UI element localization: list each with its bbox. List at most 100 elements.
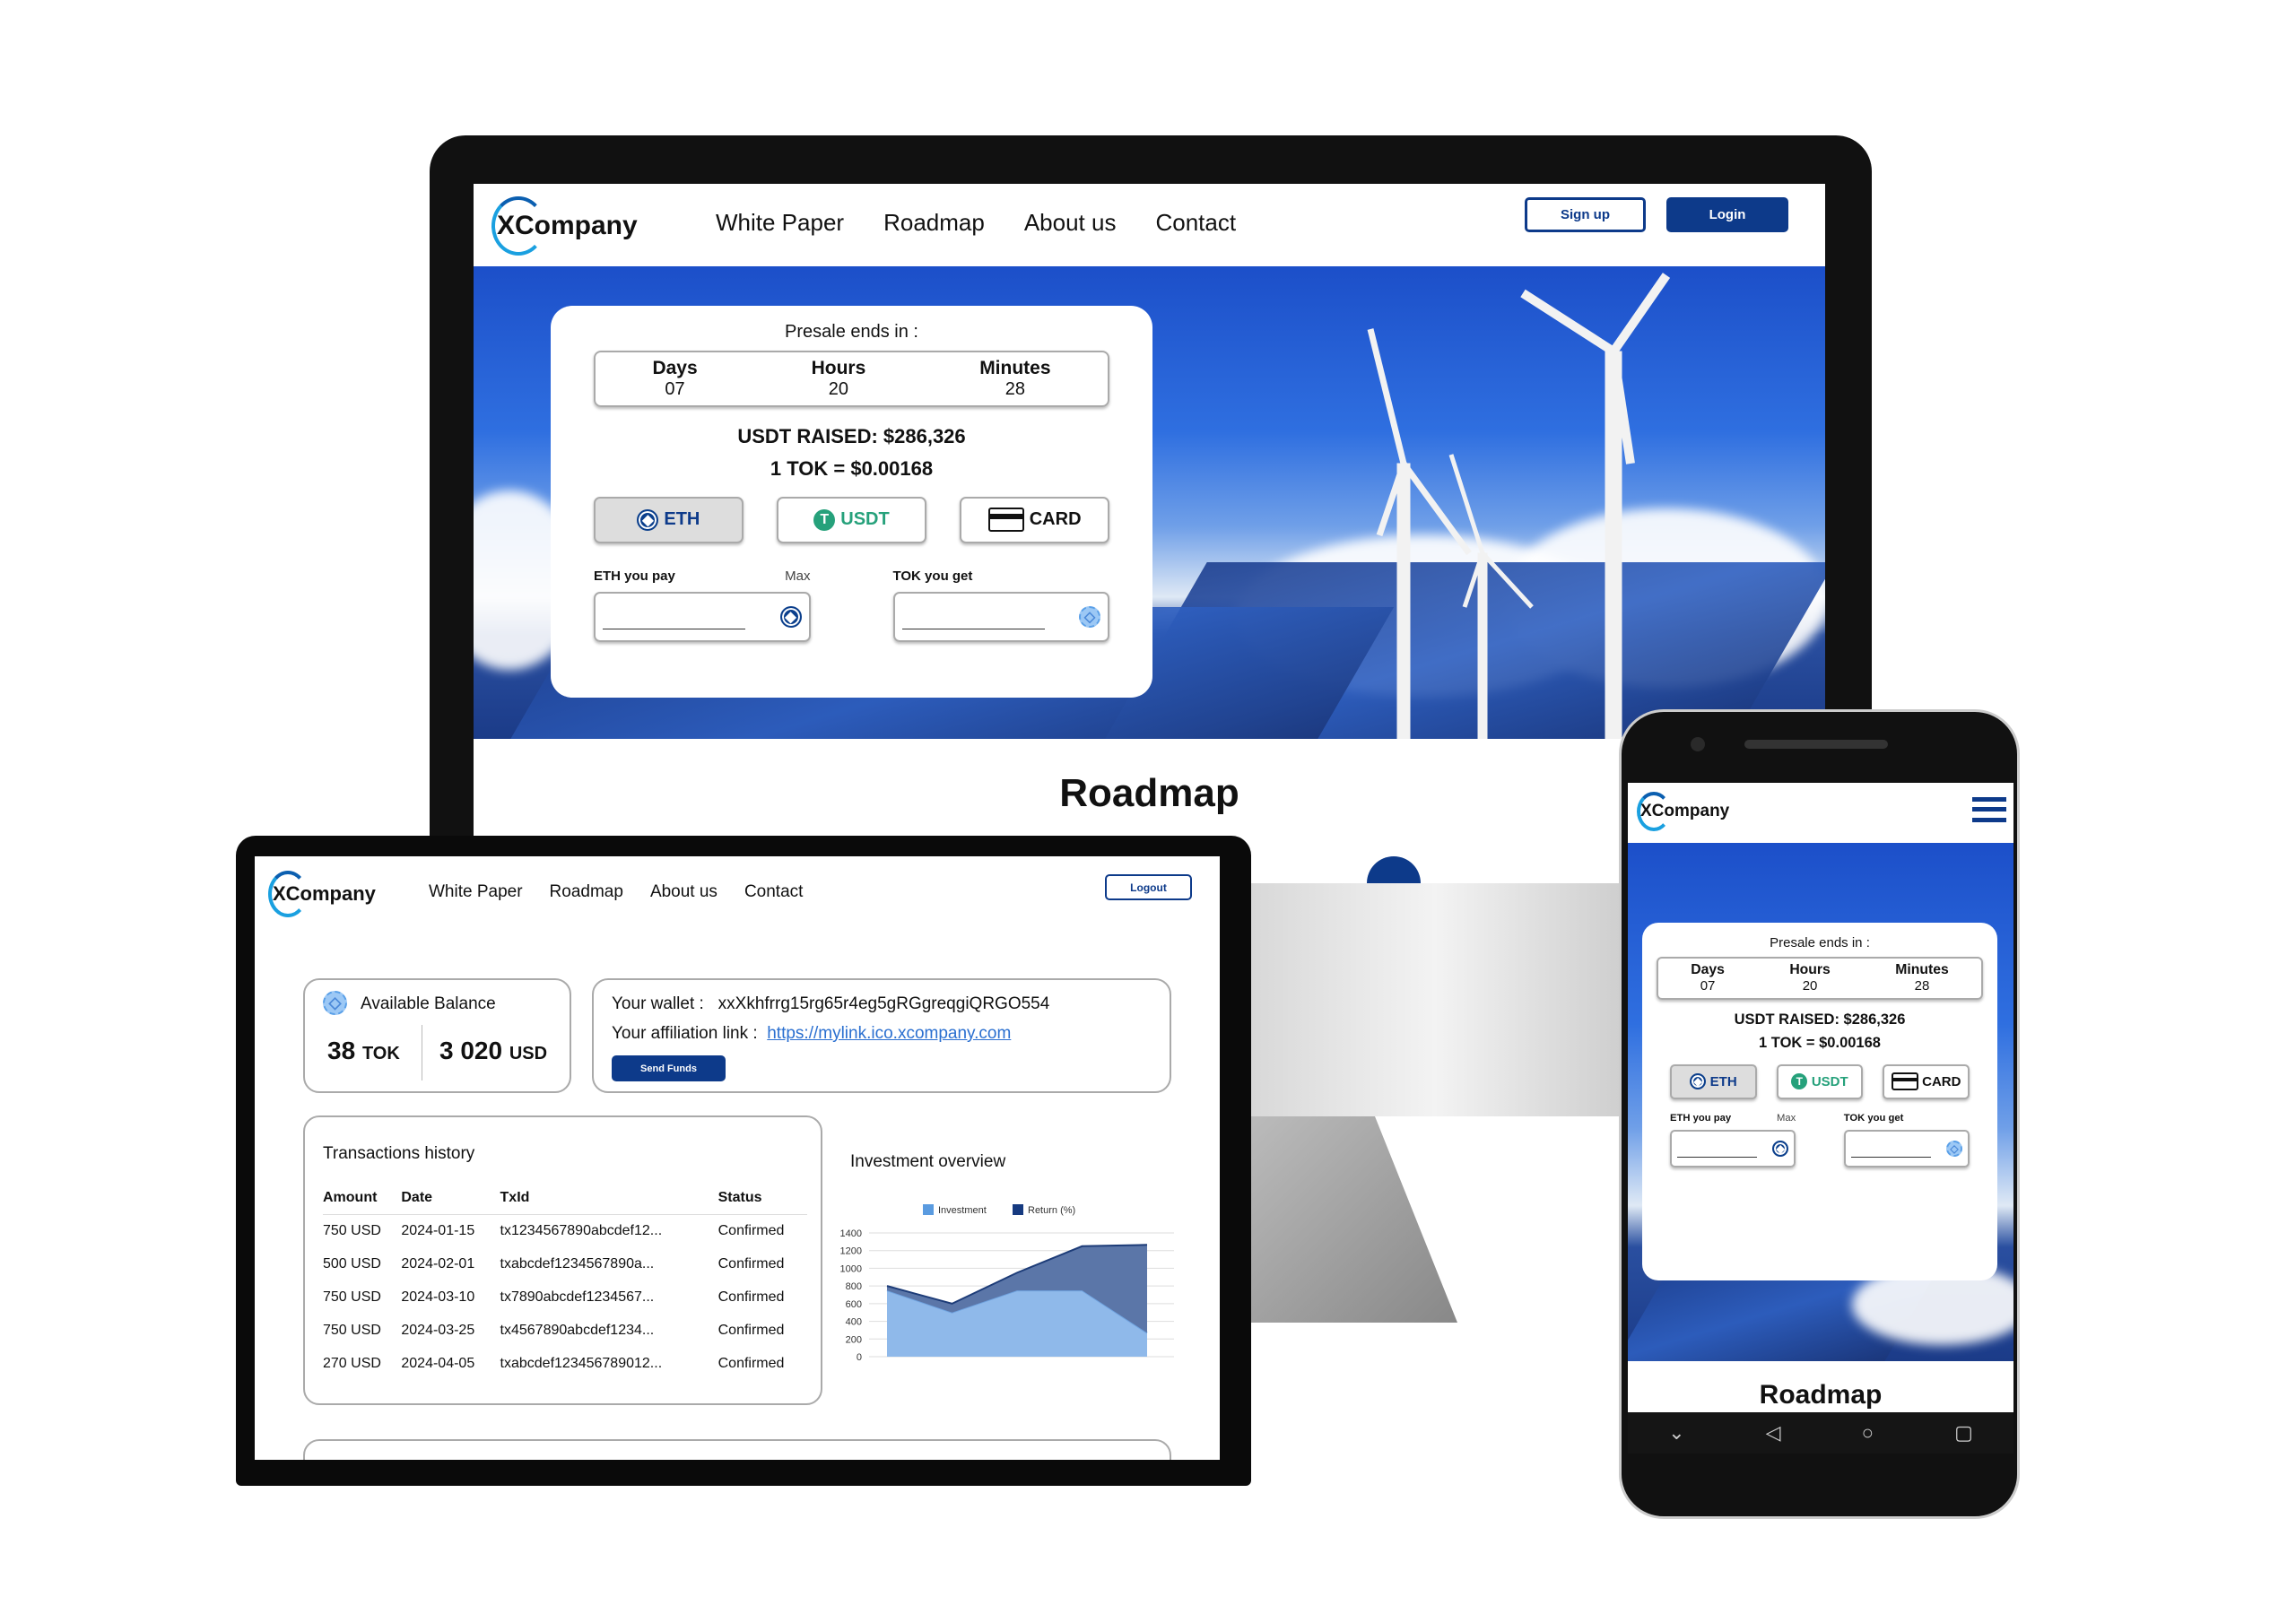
table-cell: tx7890abcdef1234567... xyxy=(500,1289,655,1305)
max-button[interactable]: Max xyxy=(785,568,810,584)
table-row[interactable]: 750 USD 2024-03-10 tx7890abcdef1234567... C… xyxy=(323,1280,807,1314)
countdown: Days 07 Hours 20 Minutes 28 xyxy=(594,351,1109,407)
eth-pay-label: ETH you pay xyxy=(1670,1112,1732,1124)
token-rate: 1 TOK = $0.00168 xyxy=(1759,1035,1881,1052)
affiliation-row: Your affiliation link : https://mylink.i… xyxy=(612,1024,1012,1043)
table-row[interactable]: 500 USD 2024-02-01 txabcdef1234567890a... C… xyxy=(323,1247,807,1280)
laptop-nav-links: White Paper Roadmap About us Contact xyxy=(429,882,803,902)
balance-card: ◇ Available Balance 38 TOK 3 020 USD xyxy=(303,978,571,1093)
tether-icon: T xyxy=(1791,1073,1808,1090)
nav-about-us[interactable]: About us xyxy=(1024,209,1117,237)
table-row[interactable]: 750 USD 2024-01-15 tx1234567890abcdef12...… xyxy=(323,1214,807,1247)
send-funds-button[interactable]: Send Funds xyxy=(612,1055,726,1081)
chevron-down-icon[interactable]: ⌄ xyxy=(1668,1421,1684,1445)
nav-white-paper[interactable]: White Paper xyxy=(429,882,523,902)
payment-methods: ◆ ETH T USDT CARD xyxy=(594,496,1109,543)
table-cell: 270 USD xyxy=(323,1355,381,1371)
legend-swatch xyxy=(923,1204,934,1215)
presale-title: Presale ends in : xyxy=(1770,935,1870,950)
investment-chart: 0 200 400 600 800 1000 1200 1400 Investment Retur… xyxy=(840,1204,1174,1363)
credit-card-icon xyxy=(1891,1072,1918,1091)
bottom-card xyxy=(303,1439,1171,1460)
wallet-address: xxXkhfrrg15rg65r4eg5gRGgreqgiQRGO554 xyxy=(718,994,1050,1013)
monitor-stand-base xyxy=(1251,1116,1457,1323)
nav-about-us[interactable]: About us xyxy=(650,882,718,902)
tok-get-label: TOK you get xyxy=(1843,1112,1904,1124)
logout-button[interactable]: Logout xyxy=(1105,874,1192,900)
usdt-raised: USDT RAISED: $286,326 xyxy=(737,424,966,447)
monitor-stand xyxy=(1251,883,1619,1116)
countdown-days: Days 07 xyxy=(652,358,698,399)
pay-eth-button[interactable]: ◆ ETH xyxy=(1670,1063,1757,1099)
token-icon: ◇ xyxy=(1079,605,1100,628)
presale-card: Presale ends in : Days 07 Hours 20 Minutes… xyxy=(551,306,1152,698)
pay-card-button[interactable]: CARD xyxy=(960,496,1109,543)
table-cell: Confirmed xyxy=(718,1322,785,1338)
table-cell: Confirmed xyxy=(718,1255,785,1271)
max-button[interactable]: Max xyxy=(1777,1113,1796,1124)
logo-text: XCompany xyxy=(497,211,638,240)
pay-usdt-button[interactable]: T USDT xyxy=(777,496,926,543)
y-tick-label: 0 xyxy=(857,1352,862,1363)
countdown-hours: Hours 20 xyxy=(811,358,866,399)
column-header: Amount xyxy=(323,1189,378,1205)
affiliation-link[interactable]: https://mylink.ico.xcompany.com xyxy=(767,1024,1011,1043)
table-cell: 2024-01-15 xyxy=(401,1222,475,1238)
table-cell: Confirmed xyxy=(718,1289,785,1305)
table-cell: 500 USD xyxy=(323,1255,381,1271)
laptop-screen: XCompany White Paper Roadmap About us Co… xyxy=(255,856,1220,1460)
legend-label: Return (%) xyxy=(1028,1205,1075,1216)
table-cell: txabcdef123456789012... xyxy=(500,1355,663,1371)
amount-fields: ETH you pay Max ◆ TOK you get ◇ xyxy=(1657,1113,1983,1167)
amount-fields: ETH you pay Max ◆ TOK you get ◇ xyxy=(594,568,1109,642)
pay-eth-button[interactable]: ◆ ETH xyxy=(594,496,744,543)
table-cell: Confirmed xyxy=(718,1355,785,1371)
payment-methods: ◆ ETH T USDT CARD xyxy=(1657,1063,1983,1099)
countdown-minutes: Minutes 28 xyxy=(1895,962,1949,994)
ethereum-icon: ◆ xyxy=(1690,1073,1707,1090)
tether-icon: T xyxy=(813,508,836,531)
nav-roadmap[interactable]: Roadmap xyxy=(550,882,623,902)
ethereum-icon: ◆ xyxy=(1772,1140,1789,1157)
nav-contact[interactable]: Contact xyxy=(1155,209,1236,237)
pay-usdt-button[interactable]: T USDT xyxy=(1776,1063,1864,1099)
hamburger-menu-icon[interactable] xyxy=(1972,797,2006,822)
phone-camera xyxy=(1691,737,1705,751)
tok-get-input[interactable]: ◇ xyxy=(892,591,1109,642)
eth-pay-input[interactable]: ◆ xyxy=(1670,1129,1796,1167)
table-cell: 2024-02-01 xyxy=(401,1255,475,1271)
eth-pay-input[interactable]: ◆ xyxy=(594,591,811,642)
home-icon[interactable]: ○ xyxy=(1862,1421,1874,1445)
eth-pay-label: ETH you pay xyxy=(594,568,675,584)
table-cell: tx4567890abcdef1234... xyxy=(500,1322,655,1338)
countdown: Days 07 Hours 20 Minutes 28 xyxy=(1657,956,1983,1000)
tok-get-input[interactable]: ◇ xyxy=(1843,1129,1970,1167)
recents-icon[interactable]: ▢ xyxy=(1954,1421,1973,1445)
nav-contact[interactable]: Contact xyxy=(744,882,803,902)
table-cell: Confirmed xyxy=(718,1222,785,1238)
wallet-card: Your wallet : xxXkhfrrg15rg65r4eg5gRGgre… xyxy=(592,978,1171,1093)
table-row[interactable]: 750 USD 2024-03-25 tx4567890abcdef1234... C… xyxy=(323,1314,807,1347)
y-tick-label: 1200 xyxy=(840,1246,862,1257)
logo-text: XCompany xyxy=(1640,802,1730,820)
login-button[interactable]: Login xyxy=(1666,197,1788,232)
desktop-nav-links: White Paper Roadmap About us Contact xyxy=(716,209,1236,237)
desktop-navbar: XCompany White Paper Roadmap About us Co… xyxy=(474,184,1825,266)
legend-label: Investment xyxy=(938,1205,987,1216)
nav-white-paper[interactable]: White Paper xyxy=(716,209,844,237)
legend-swatch xyxy=(1013,1204,1023,1215)
column-header: Date xyxy=(401,1189,433,1205)
table-cell: 750 USD xyxy=(323,1222,381,1238)
pay-card-button[interactable]: CARD xyxy=(1883,1063,1970,1099)
back-icon[interactable]: ◁ xyxy=(1766,1421,1781,1445)
y-tick-label: 1000 xyxy=(840,1263,862,1274)
table-row[interactable]: 270 USD 2024-04-05 txabcdef123456789012...… xyxy=(323,1347,807,1380)
logo[interactable]: XCompany xyxy=(1637,792,2013,831)
y-tick-label: 600 xyxy=(846,1299,862,1310)
signup-button[interactable]: Sign up xyxy=(1525,197,1646,232)
nav-roadmap[interactable]: Roadmap xyxy=(883,209,985,237)
tok-balance: 38 TOK xyxy=(327,1037,400,1064)
transactions-card: Transactions history Amount Date TxId Statu… xyxy=(303,1115,822,1405)
table-cell: 750 USD xyxy=(323,1322,381,1338)
phone-speaker xyxy=(1744,740,1888,749)
